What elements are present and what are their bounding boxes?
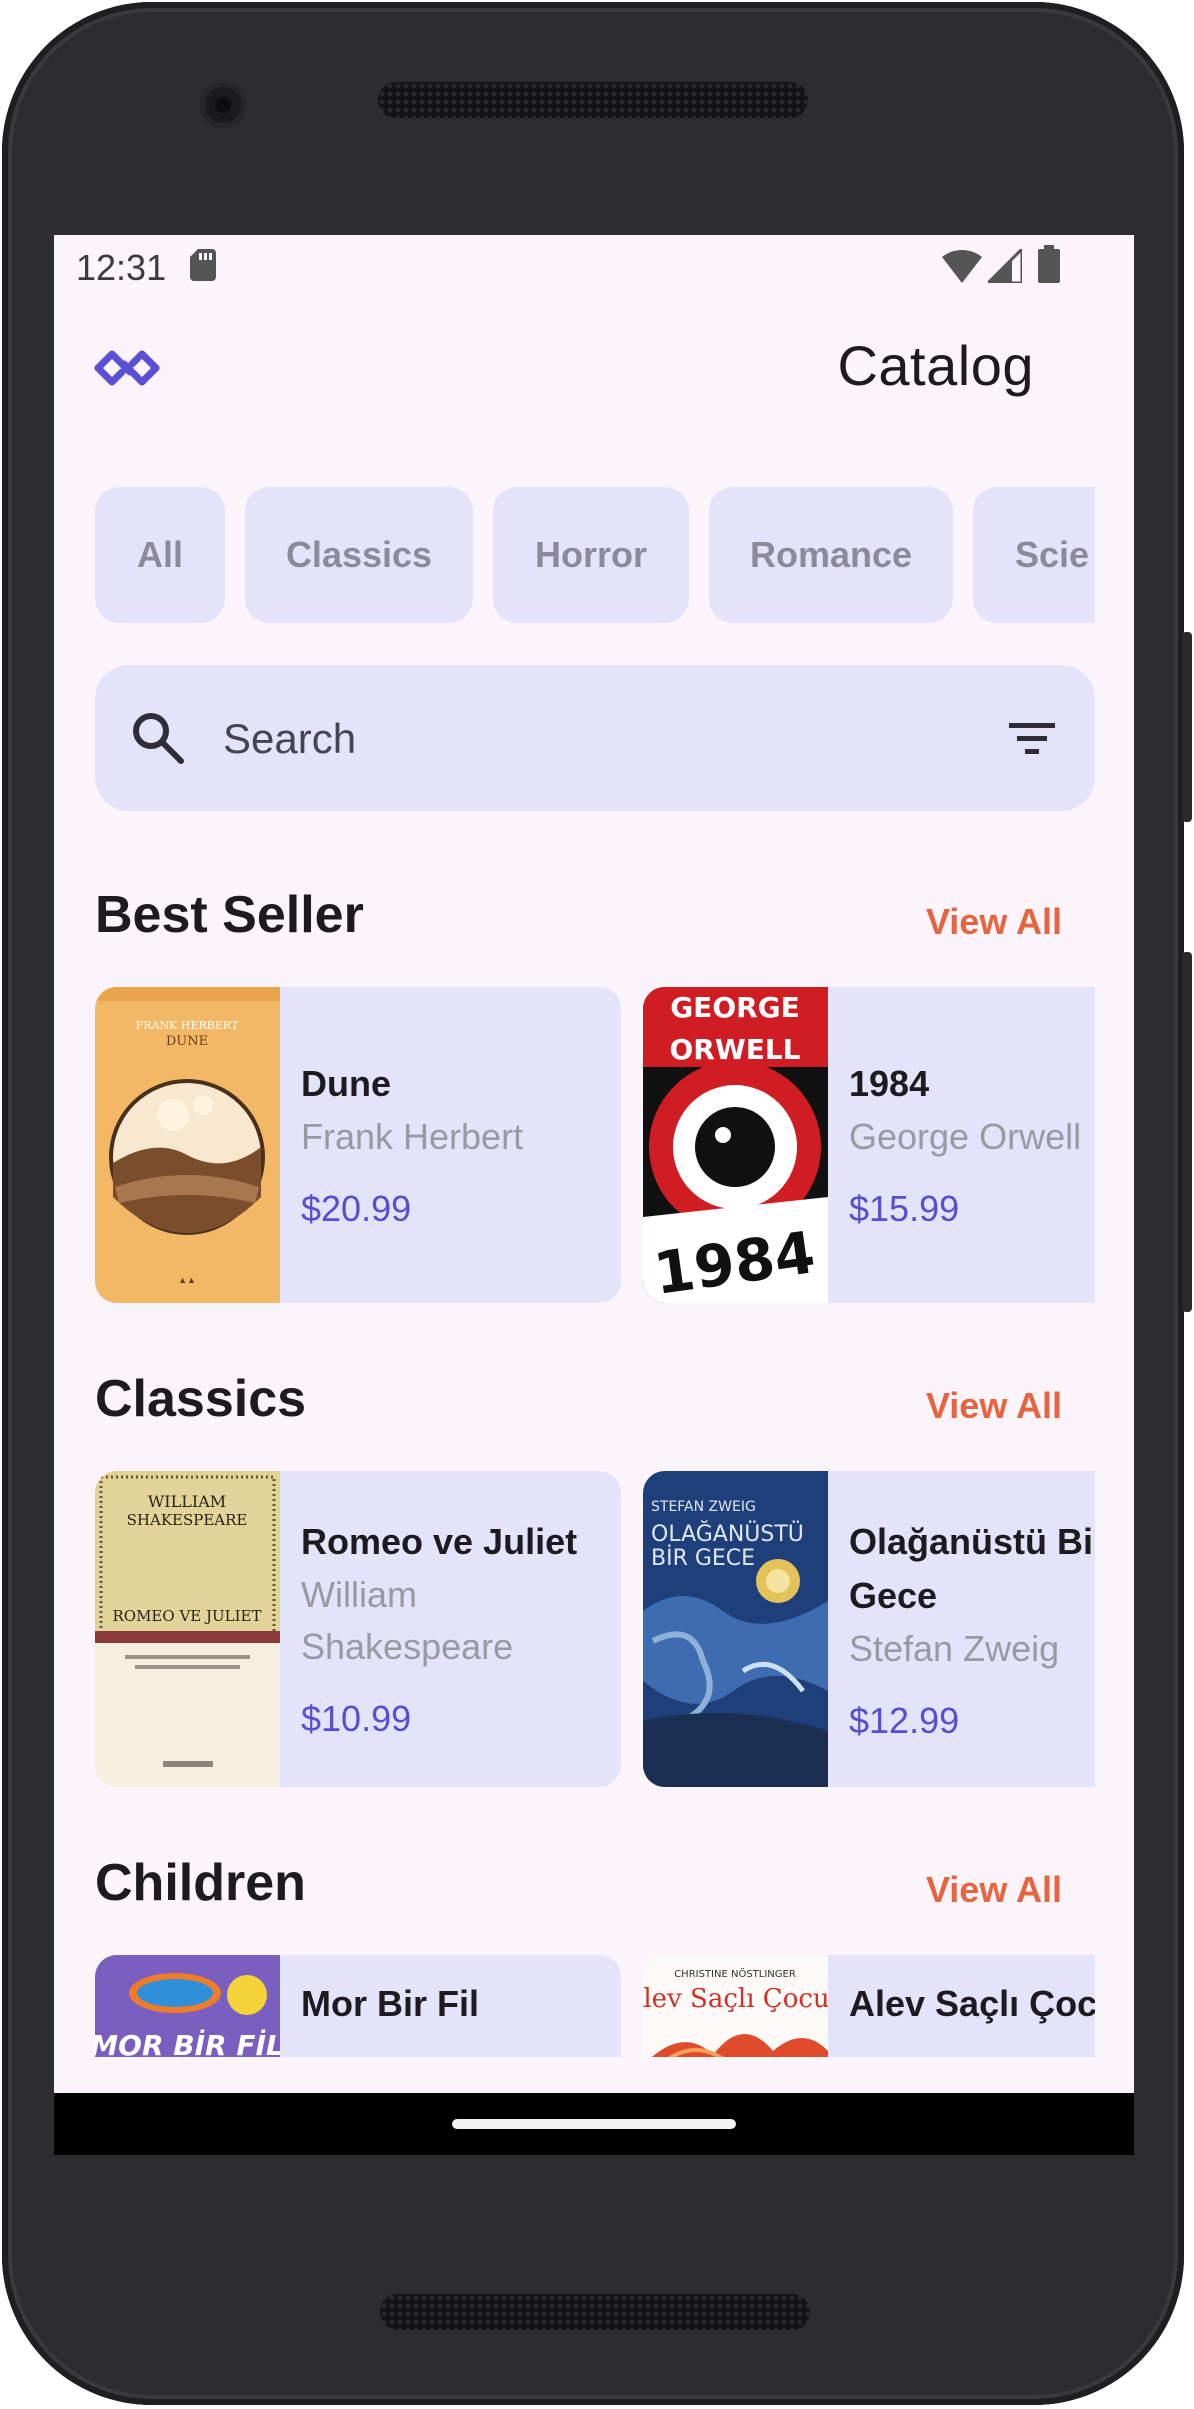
system-nav-bar <box>54 2093 1134 2155</box>
classics-row: WILLIAM SHAKESPEARE ROMEO VE JULIET Rome… <box>95 1471 1095 1787</box>
book-info: Dune Frank Herbert $20.99 <box>301 1057 621 1235</box>
book-price: $20.99 <box>301 1188 412 1229</box>
mor-cover-title: MOR BİR FİL <box>95 2028 280 2057</box>
zweig-cover-title-1: OLAĞANÜSTÜ <box>651 1521 804 1547</box>
chip-all[interactable]: All <box>95 487 225 623</box>
book-card-romeo-ve-juliet[interactable]: WILLIAM SHAKESPEARE ROMEO VE JULIET Rome… <box>95 1471 621 1787</box>
book-price: $12.99 <box>849 1700 960 1741</box>
book-title: 1984 <box>849 1063 930 1104</box>
screen: 12:31 Catalog All Classics Horror Romanc… <box>54 235 1134 2155</box>
book-info: 1984 George Orwell $15.99 <box>849 1057 1095 1235</box>
bottom-speaker <box>380 2294 810 2330</box>
book-info: Alev Saçlı Çocuk <box>849 1977 1095 2031</box>
front-camera <box>200 82 246 128</box>
book-author: Stefan Zweig <box>849 1628 1060 1669</box>
book-price: $15.99 <box>849 1188 960 1229</box>
book-info: Olağanüstü Bir Gece Stefan Zweig $12.99 <box>849 1515 1095 1747</box>
section-title-classics: Classics <box>95 1370 307 1428</box>
wifi-icon <box>942 249 982 283</box>
romeo-cover-author-2: SHAKESPEARE <box>127 1511 248 1529</box>
section-title-children: Children <box>95 1854 306 1912</box>
1984-cover-author: GEORGE <box>670 991 800 1024</box>
romeo-cover-title: ROMEO VE JULIET <box>112 1607 261 1625</box>
book-cover-olaganustu-bir-gece: STEFAN ZWEIG OLAĞANÜSTÜ BİR GECE <box>643 1471 828 1787</box>
romeo-cover-author-1: WILLIAM <box>148 1492 226 1511</box>
category-chips: All Classics Horror Romance Scie <box>95 487 1095 623</box>
book-info: Romeo ve Juliet William Shakespeare $10.… <box>301 1515 621 1745</box>
filter-icon[interactable] <box>1007 719 1057 759</box>
book-card-olaganustu-bir-gece[interactable]: STEFAN ZWEIG OLAĞANÜSTÜ BİR GECE Olağanü… <box>643 1471 1095 1787</box>
book-card-alev-sacli-cocuk[interactable]: CHRISTINE NÖSTLINGER Alev Saçlı Çocuk Al… <box>643 1955 1095 2057</box>
zweig-cover-title-2: BİR GECE <box>651 1545 755 1571</box>
book-cover-alev-sacli-cocuk: CHRISTINE NÖSTLINGER Alev Saçlı Çocuk <box>643 1955 828 2057</box>
alev-cover-author: CHRISTINE NÖSTLINGER <box>674 1967 796 1980</box>
page-title: Catalog <box>837 334 1034 397</box>
book-card-mor-bir-fil[interactable]: MOR BİR FİL Mor Bir Fil <box>95 1955 621 2057</box>
book-author: George Orwell <box>849 1116 1082 1157</box>
best-seller-row: FRANK HERBERT DUNE ▲▲ Dune Frank Herbert… <box>95 987 1095 1303</box>
dune-cover-title: DUNE <box>166 1034 208 1049</box>
section-title-best-seller: Best Seller <box>95 886 364 944</box>
chip-classics[interactable]: Classics <box>245 487 473 623</box>
book-title: Dune <box>301 1063 391 1104</box>
chip-horror[interactable]: Horror <box>493 487 689 623</box>
book-cover-1984: GEORGE ORWELL 1984 <box>643 987 828 1303</box>
svg-text:▲▲: ▲▲ <box>178 1275 196 1285</box>
signal-icon <box>988 249 1022 283</box>
view-all-children[interactable]: View All <box>926 1869 1062 1911</box>
book-cover-romeo-ve-juliet: WILLIAM SHAKESPEARE ROMEO VE JULIET <box>95 1471 280 1787</box>
book-info: Mor Bir Fil <box>301 1977 621 2031</box>
book-title: Alev Saçlı Çocuk <box>849 1983 1095 2024</box>
children-row: MOR BİR FİL Mor Bir Fil CHRISTINE NÖSTLI… <box>95 1955 1095 2057</box>
book-title: Mor Bir Fil <box>301 1983 479 2024</box>
search-input[interactable] <box>221 705 925 773</box>
book-cover-mor-bir-fil: MOR BİR FİL <box>95 1955 280 2057</box>
battery-icon <box>1038 245 1060 283</box>
top-speaker <box>378 82 808 118</box>
sd-card-icon <box>190 249 216 281</box>
book-price: $10.99 <box>301 1698 412 1739</box>
search-bar[interactable] <box>95 665 1095 811</box>
zweig-cover-author: STEFAN ZWEIG <box>651 1499 756 1515</box>
dune-cover-author: FRANK HERBERT <box>136 1019 239 1032</box>
home-indicator[interactable] <box>452 2119 736 2129</box>
book-card-dune[interactable]: FRANK HERBERT DUNE ▲▲ Dune Frank Herbert… <box>95 987 621 1303</box>
chip-romance[interactable]: Romance <box>709 487 953 623</box>
status-time: 12:31 <box>76 247 167 288</box>
chip-science[interactable]: Scie <box>973 487 1095 623</box>
app-logo-icon <box>94 350 160 386</box>
search-icon <box>133 713 184 764</box>
status-bar: 12:31 <box>54 235 1134 299</box>
alev-cover-title: Alev Saçlı Çocuk <box>643 1984 828 2014</box>
book-author: Frank Herbert <box>301 1116 524 1157</box>
volume-button <box>1182 952 1192 1312</box>
book-cover-dune: FRANK HERBERT DUNE ▲▲ <box>95 987 280 1303</box>
book-author: William Shakespeare <box>301 1574 514 1667</box>
phone-frame: 12:31 Catalog All Classics Horror Romanc… <box>2 2 1192 2405</box>
book-card-1984[interactable]: GEORGE ORWELL 1984 1984 George Orwell $1… <box>643 987 1095 1303</box>
book-title: Romeo ve Juliet <box>301 1521 578 1562</box>
view-all-classics[interactable]: View All <box>926 1385 1062 1427</box>
view-all-best-seller[interactable]: View All <box>926 901 1062 943</box>
power-button <box>1182 632 1192 822</box>
book-title: Olağanüstü Bir Gece <box>849 1521 1095 1616</box>
